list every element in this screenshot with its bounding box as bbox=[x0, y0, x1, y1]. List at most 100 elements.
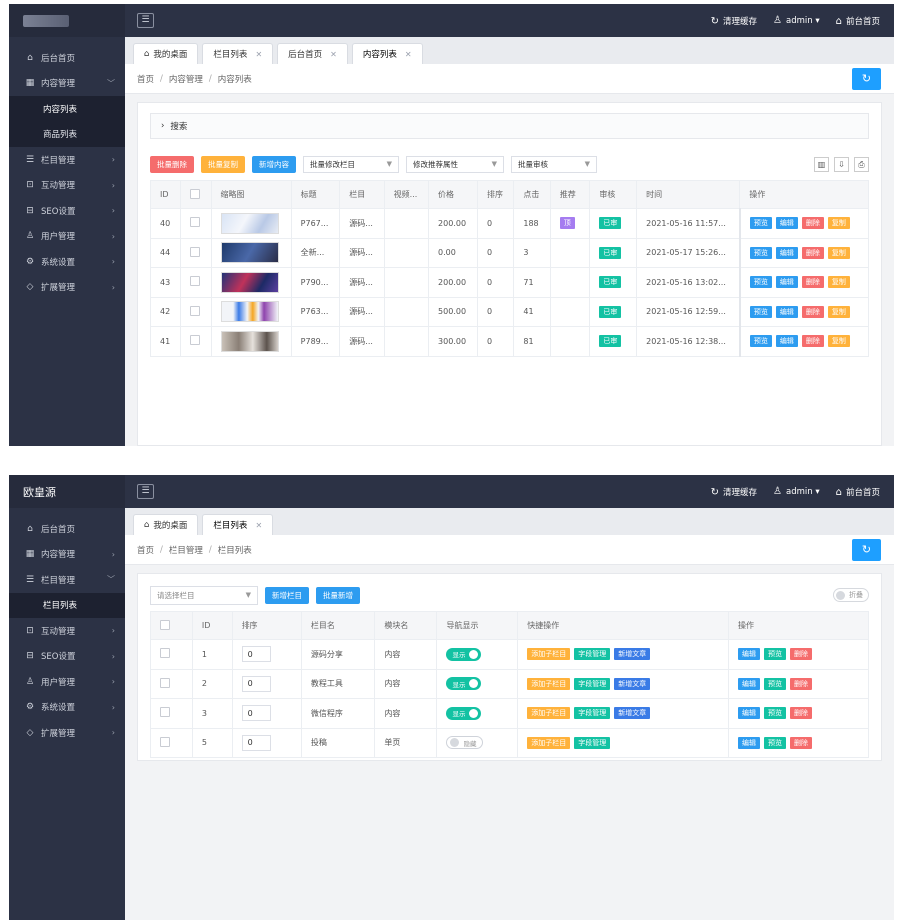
preview-button[interactable]: 预览 bbox=[763, 677, 786, 690]
batch-copy-button[interactable]: 批量复制 bbox=[201, 155, 245, 173]
sidebar-item-3[interactable]: 商品列表 bbox=[9, 121, 125, 147]
delete-button[interactable]: 删除 bbox=[789, 736, 812, 749]
row-checkbox[interactable] bbox=[190, 246, 201, 257]
preview-button[interactable]: 预览 bbox=[749, 276, 772, 289]
add-column-button[interactable]: 新增栏目 bbox=[265, 586, 309, 604]
preview-button[interactable]: 预览 bbox=[749, 305, 772, 318]
field-manage-button[interactable]: 字段管理 bbox=[574, 677, 611, 690]
sidebar-item-8[interactable]: ◇ 扩展管理 › bbox=[9, 720, 125, 746]
batch-delete-button[interactable]: 批量删除 bbox=[150, 155, 194, 173]
edit-button[interactable]: 编辑 bbox=[737, 648, 760, 661]
admin-menu[interactable]: ♙ admin ▾ bbox=[773, 486, 820, 497]
breadcrumb-home[interactable]: 首页 bbox=[137, 544, 154, 556]
clear-cache-button[interactable]: ↻ 清理缓存 bbox=[711, 486, 757, 498]
tab-0[interactable]: ⌂ 我的桌面 bbox=[133, 514, 199, 535]
admin-menu[interactable]: ♙ admin ▾ bbox=[773, 15, 820, 26]
refresh-button[interactable]: ↻ bbox=[852, 539, 881, 561]
add-article-button[interactable]: 新增文章 bbox=[614, 677, 651, 690]
delete-button[interactable]: 删除 bbox=[801, 246, 824, 259]
sidebar-item-9[interactable]: ◇ 扩展管理 › bbox=[9, 275, 125, 301]
recommend-select[interactable]: 修改推荐属性 ▼ bbox=[406, 155, 504, 173]
close-icon[interactable]: ✕ bbox=[255, 50, 262, 59]
sidebar-item-1[interactable]: ▦ 内容管理 › bbox=[9, 542, 125, 568]
edit-button[interactable]: 编辑 bbox=[737, 736, 760, 749]
tab-3[interactable]: 内容列表 ✕ bbox=[351, 43, 423, 64]
edit-button[interactable]: 编辑 bbox=[775, 217, 798, 230]
preview-button[interactable]: 预览 bbox=[763, 707, 786, 720]
row-checkbox[interactable] bbox=[190, 305, 201, 316]
sidebar-item-2[interactable]: 内容列表 bbox=[9, 96, 125, 122]
add-content-button[interactable]: 新增内容 bbox=[252, 155, 296, 173]
sort-input[interactable]: 0 bbox=[241, 675, 271, 692]
edit-button[interactable]: 编辑 bbox=[737, 707, 760, 720]
tab-1[interactable]: 栏目列表 ✕ bbox=[202, 43, 274, 64]
preview-button[interactable]: 预览 bbox=[749, 217, 772, 230]
row-title[interactable]: P790... bbox=[301, 278, 329, 287]
field-manage-button[interactable]: 字段管理 bbox=[574, 736, 611, 749]
delete-button[interactable]: 删除 bbox=[789, 677, 812, 690]
tab-0[interactable]: ⌂ 我的桌面 bbox=[133, 43, 199, 64]
sidebar-item-6[interactable]: ⊟ SEO设置 › bbox=[9, 198, 125, 224]
field-manage-button[interactable]: 字段管理 bbox=[574, 707, 611, 720]
sidebar-item-2[interactable]: ☰ 栏目管理 ﹀ bbox=[9, 567, 125, 593]
sidebar-item-8[interactable]: ⚙ 系统设置 › bbox=[9, 249, 125, 275]
nav-display-toggle[interactable]: 显示 bbox=[446, 706, 482, 720]
copy-button[interactable]: 复制 bbox=[827, 305, 850, 318]
audit-select[interactable]: 批量审核 ▼ bbox=[511, 155, 597, 173]
sidebar-item-0[interactable]: ⌂ 后台首页 bbox=[9, 516, 125, 542]
delete-button[interactable]: 删除 bbox=[789, 707, 812, 720]
sort-input[interactable]: 0 bbox=[241, 705, 271, 722]
add-article-button[interactable]: 新增文章 bbox=[614, 648, 651, 661]
nav-display-toggle[interactable]: 显示 bbox=[446, 677, 482, 691]
preview-button[interactable]: 预览 bbox=[763, 736, 786, 749]
front-home-link[interactable]: ⌂ 前台首页 bbox=[836, 15, 880, 27]
preview-button[interactable]: 预览 bbox=[763, 648, 786, 661]
row-checkbox[interactable] bbox=[190, 276, 201, 287]
delete-button[interactable]: 删除 bbox=[801, 217, 824, 230]
close-icon[interactable]: ✕ bbox=[405, 50, 412, 59]
batch-column-select[interactable]: 批量修改栏目 ▼ bbox=[303, 155, 399, 173]
row-checkbox[interactable] bbox=[190, 335, 201, 346]
sidebar-item-6[interactable]: ♙ 用户管理 › bbox=[9, 669, 125, 695]
sidebar-item-7[interactable]: ⚙ 系统设置 › bbox=[9, 695, 125, 721]
close-icon[interactable]: ✕ bbox=[255, 521, 262, 530]
edit-button[interactable]: 编辑 bbox=[775, 305, 798, 318]
edit-button[interactable]: 编辑 bbox=[775, 276, 798, 289]
delete-button[interactable]: 删除 bbox=[801, 335, 824, 348]
row-checkbox[interactable] bbox=[160, 736, 170, 747]
row-checkbox[interactable] bbox=[190, 217, 201, 228]
fold-toggle[interactable]: 折叠 bbox=[833, 588, 869, 602]
preview-button[interactable]: 预览 bbox=[749, 246, 772, 259]
field-manage-button[interactable]: 字段管理 bbox=[574, 648, 611, 661]
sidebar-item-3[interactable]: 栏目列表 bbox=[9, 592, 125, 618]
menu-toggle-icon[interactable]: ☰ bbox=[137, 13, 154, 28]
sidebar-item-0[interactable]: ⌂ 后台首页 bbox=[9, 45, 125, 71]
row-title[interactable]: P763... bbox=[301, 307, 329, 316]
sidebar-item-7[interactable]: ♙ 用户管理 › bbox=[9, 224, 125, 250]
print-icon[interactable]: ⎙ bbox=[854, 156, 869, 172]
add-subcolumn-button[interactable]: 添加子栏目 bbox=[527, 707, 571, 720]
row-title[interactable]: P789... bbox=[301, 337, 329, 346]
add-subcolumn-button[interactable]: 添加子栏目 bbox=[527, 736, 571, 749]
row-checkbox[interactable] bbox=[160, 677, 170, 688]
tab-1[interactable]: 栏目列表 ✕ bbox=[202, 514, 274, 535]
breadcrumb-home[interactable]: 首页 bbox=[137, 73, 154, 85]
breadcrumb-section[interactable]: 栏目管理 bbox=[169, 544, 203, 556]
sort-input[interactable]: 0 bbox=[241, 646, 271, 663]
row-title[interactable]: 全新... bbox=[301, 248, 325, 257]
nav-display-toggle[interactable]: 显示 bbox=[446, 647, 482, 661]
breadcrumb-section[interactable]: 内容管理 bbox=[169, 73, 203, 85]
clear-cache-button[interactable]: ↻ 清理缓存 bbox=[711, 15, 757, 27]
copy-button[interactable]: 复制 bbox=[827, 335, 850, 348]
sidebar-item-5[interactable]: ⊟ SEO设置 › bbox=[9, 644, 125, 670]
select-all-checkbox[interactable] bbox=[160, 619, 170, 630]
row-checkbox[interactable] bbox=[160, 648, 170, 659]
export-icon[interactable]: ⇩ bbox=[834, 156, 849, 172]
edit-button[interactable]: 编辑 bbox=[775, 246, 798, 259]
nav-display-toggle[interactable]: 隐藏 bbox=[446, 736, 484, 750]
add-subcolumn-button[interactable]: 添加子栏目 bbox=[527, 648, 571, 661]
refresh-button[interactable]: ↻ bbox=[852, 68, 881, 90]
sidebar-item-5[interactable]: ⊡ 互动管理 › bbox=[9, 173, 125, 199]
delete-button[interactable]: 删除 bbox=[801, 305, 824, 318]
tab-2[interactable]: 后台首页 ✕ bbox=[277, 43, 348, 64]
